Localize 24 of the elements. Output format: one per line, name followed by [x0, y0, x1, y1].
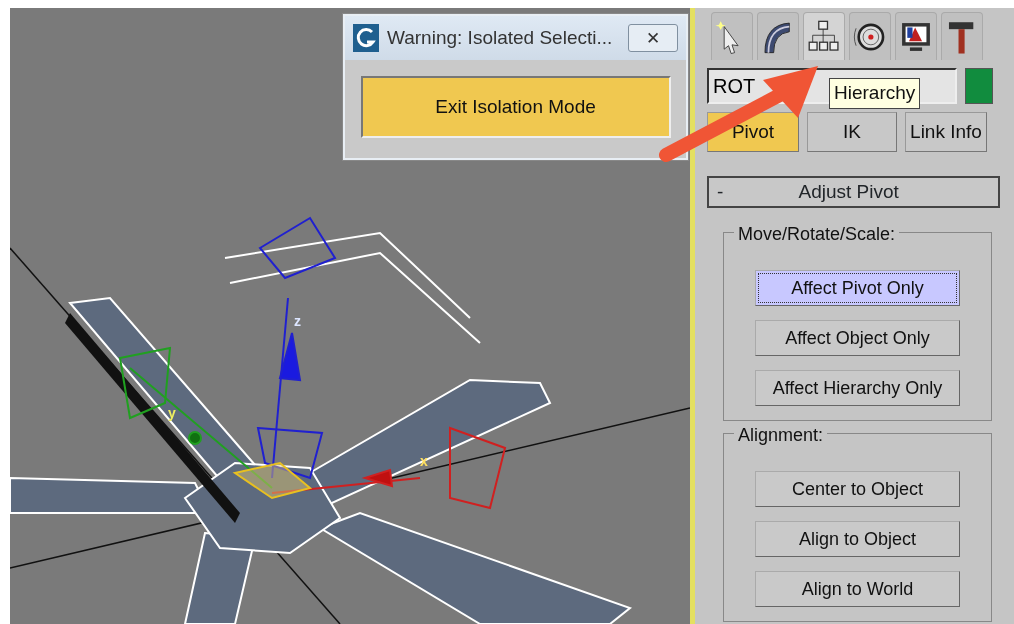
close-button[interactable]: ✕: [628, 24, 678, 52]
subpanel-tab[interactable]: Link Info: [905, 112, 987, 152]
tooltip: Hierarchy: [829, 78, 921, 109]
panel-tab[interactable]: [803, 12, 845, 60]
axis-label: y: [168, 405, 176, 421]
collapse-toggle[interactable]: -: [717, 177, 724, 207]
panel-tab[interactable]: [757, 12, 799, 60]
subpanel-tab[interactable]: IK: [807, 112, 897, 152]
dialog-title: Warning: Isolated Selecti...: [387, 25, 614, 50]
rollout-button[interactable]: Align to Object: [755, 521, 960, 557]
exit-isolation-button[interactable]: Exit Isolation Mode: [360, 76, 671, 138]
rollout-button[interactable]: Affect Pivot Only: [755, 270, 960, 306]
app-logo-icon: [353, 24, 379, 52]
panel-tab[interactable]: [849, 12, 891, 60]
rollout-button[interactable]: Align to World: [755, 571, 960, 607]
rollout-button[interactable]: Affect Object Only: [755, 320, 960, 356]
rollout-button[interactable]: Center to Object: [755, 471, 960, 507]
panel-tab[interactable]: [941, 12, 983, 60]
color-swatch[interactable]: [965, 68, 993, 104]
rollout-button[interactable]: Affect Hierarchy Only: [755, 370, 960, 406]
rollout-title: Adjust Pivot: [797, 179, 900, 204]
rollout-header[interactable]: - Adjust Pivot: [707, 176, 1000, 208]
axis-label: z: [294, 313, 301, 329]
panel-tab[interactable]: [895, 12, 937, 60]
